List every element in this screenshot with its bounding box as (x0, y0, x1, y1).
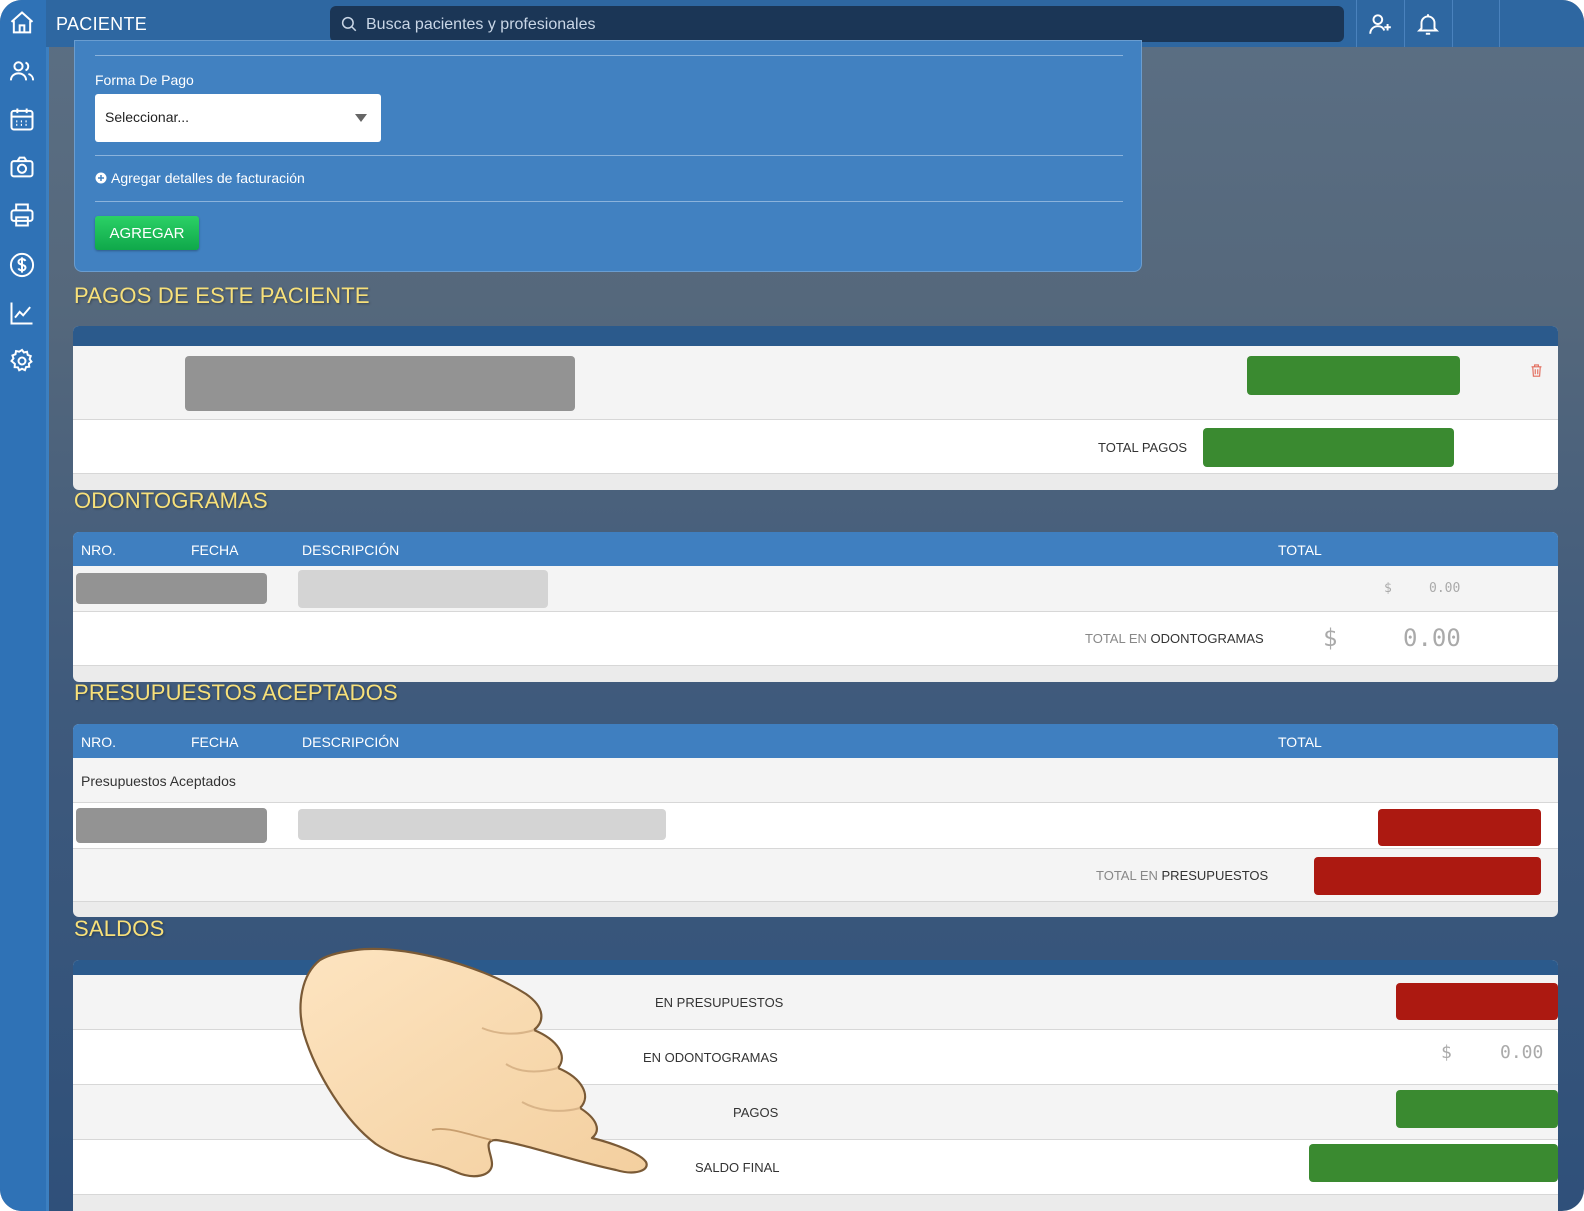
budgets-table: NRO. FECHA DESCRIPCIÓN TOTAL Presupuesto… (73, 724, 1558, 917)
app-window: PACIENTE Forma De Pago Seleccionar... Ag… (0, 0, 1584, 1211)
payments-table-header (73, 326, 1558, 346)
redacted-total-payments (1203, 428, 1454, 467)
total-currency: $ (1323, 624, 1338, 652)
table-row (73, 803, 1558, 849)
budgets-total-row: TOTAL EN PRESUPUESTOS (73, 849, 1558, 902)
redacted-balance-budgets (1396, 983, 1558, 1020)
add-billing-details-label: Agregar detalles de facturación (111, 170, 305, 186)
odontograms-table-header: NRO. FECHA DESCRIPCIÓN TOTAL (73, 532, 1558, 566)
search-icon (341, 16, 357, 32)
redacted-number (76, 808, 267, 843)
add-payment-button[interactable]: AGREGAR (95, 216, 199, 250)
dollar-icon[interactable] (5, 248, 39, 282)
redacted-description (298, 570, 548, 608)
col-nro: NRO. (81, 734, 116, 750)
final-balance-label: SALDO FINAL (695, 1160, 780, 1175)
payment-form-card: Forma De Pago Seleccionar... Agregar det… (74, 40, 1142, 272)
divider (95, 201, 1123, 202)
balances-section-title: SALDOS (74, 916, 165, 941)
budgets-table-header: NRO. FECHA DESCRIPCIÓN TOTAL (73, 724, 1558, 758)
page-title: PACIENTE (56, 14, 148, 34)
col-fecha: FECHA (191, 734, 239, 750)
redacted-final-balance (1309, 1144, 1558, 1182)
redacted-budget-amount (1378, 809, 1541, 846)
group-label: Presupuestos Aceptados (81, 773, 236, 789)
payment-method-select[interactable]: Seleccionar... (95, 94, 381, 142)
chart-icon[interactable] (5, 296, 39, 330)
balance-odontograms-currency: $ (1441, 1042, 1452, 1063)
group-row: Presupuestos Aceptados (73, 758, 1558, 803)
gear-icon[interactable] (5, 344, 39, 378)
sidebar (0, 0, 49, 1211)
balance-odontograms-amount: 0.00 (1500, 1042, 1544, 1063)
calendar-icon[interactable] (5, 102, 39, 136)
chevron-down-icon (355, 114, 367, 122)
printer-icon[interactable] (5, 198, 39, 232)
top-bar-slot (1452, 0, 1500, 47)
total-odontograms-label: TOTAL EN ODONTOGRAMAS (1085, 631, 1264, 646)
odontograms-total-row: TOTAL EN ODONTOGRAMAS $ 0.00 (73, 612, 1558, 666)
odontograms-table: NRO. FECHA DESCRIPCIÓN TOTAL $ 0.00 TOTA… (73, 532, 1558, 682)
odontograms-section-title: ODONTOGRAMAS (74, 488, 268, 513)
balance-odontograms-label: EN ODONTOGRAMAS (643, 1050, 778, 1065)
row-currency: $ (1384, 581, 1392, 596)
balance-budgets-label: EN PRESUPUESTOS (655, 995, 784, 1010)
redacted-number (76, 573, 267, 604)
bell-icon (1416, 13, 1440, 35)
col-fecha: FECHA (191, 542, 239, 558)
payments-total-row: TOTAL PAGOS (73, 420, 1558, 474)
plus-circle-icon (95, 172, 107, 184)
search-input[interactable] (364, 6, 1328, 44)
row-amount: 0.00 (1429, 581, 1461, 596)
col-total: TOTAL (1278, 542, 1322, 558)
payments-section-title: PAGOS DE ESTE PACIENTE (74, 283, 370, 308)
total-budgets-label: TOTAL EN PRESUPUESTOS (1096, 868, 1269, 883)
redacted-balance-payments (1396, 1090, 1558, 1128)
redacted-payment-amount (1247, 356, 1460, 395)
col-descripcion: DESCRIPCIÓN (302, 542, 400, 558)
payment-method-value: Seleccionar... (105, 109, 190, 125)
table-row (73, 346, 1558, 420)
col-nro: NRO. (81, 542, 116, 558)
col-descripcion: DESCRIPCIÓN (302, 734, 400, 750)
trash-icon[interactable] (1529, 362, 1544, 379)
redacted-payment-description (185, 356, 575, 411)
notifications-button[interactable] (1404, 0, 1451, 47)
divider (95, 155, 1123, 156)
payments-table: TOTAL PAGOS (73, 326, 1558, 490)
pointing-hand-icon (299, 947, 648, 1178)
total-odontograms-amount: 0.00 (1403, 624, 1461, 652)
budgets-section-title: PRESUPUESTOS ACEPTADOS (74, 680, 398, 705)
balance-payments-label: PAGOS (733, 1105, 779, 1120)
camera-icon[interactable] (5, 150, 39, 184)
home-icon[interactable] (5, 6, 39, 40)
add-user-icon (1369, 13, 1391, 34)
redacted-total-budgets (1314, 857, 1541, 895)
col-total: TOTAL (1278, 734, 1322, 750)
search-box[interactable] (330, 6, 1344, 44)
divider (95, 55, 1123, 56)
add-billing-details-link[interactable]: Agregar detalles de facturación (95, 170, 305, 186)
total-payments-label: TOTAL PAGOS (1098, 440, 1188, 455)
table-row: $ 0.00 (73, 566, 1558, 612)
add-patient-button[interactable] (1356, 0, 1403, 47)
payment-method-label: Forma De Pago (95, 72, 194, 88)
redacted-description (298, 809, 666, 840)
users-icon[interactable] (5, 54, 39, 88)
